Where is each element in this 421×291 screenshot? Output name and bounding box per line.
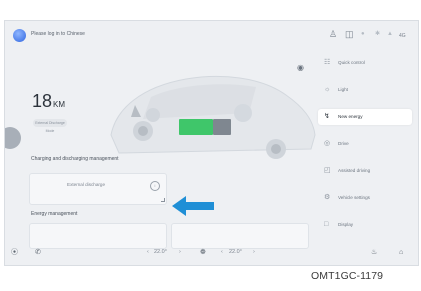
menu-item-vehicle-settings[interactable]: ⚙ Vehicle settings bbox=[318, 190, 412, 206]
image-frame: Please log in to Chinese ♙ ◫ ● ✱ ▲ 4G 18… bbox=[0, 0, 421, 291]
steering-icon: ◎ bbox=[324, 140, 331, 147]
car-icon[interactable]: ◫ bbox=[345, 29, 354, 39]
range-subtitle: External Discharge Mode bbox=[33, 119, 67, 133]
section-energy-title: Energy management bbox=[31, 211, 78, 217]
range-value: 18 bbox=[32, 91, 53, 111]
menu-item-assisted-driving[interactable]: ◰ Assisted driving bbox=[318, 163, 412, 179]
temp-left-increase[interactable]: › bbox=[179, 249, 181, 255]
temp-right-increase[interactable]: › bbox=[253, 249, 255, 255]
network-label: 4G bbox=[399, 33, 406, 39]
battery-level-fill bbox=[179, 119, 213, 135]
brand-logo bbox=[13, 29, 26, 42]
header-title[interactable]: Please log in to Chinese bbox=[31, 31, 85, 37]
pointer-arrow-icon bbox=[172, 196, 214, 216]
temp-right-decrease[interactable]: ‹ bbox=[221, 249, 223, 255]
bottom-bar: ⦿ ✆ ‹ 22.0° › ❁ ‹ 22.0° › ♨ ⌂ bbox=[5, 244, 418, 265]
temp-left-decrease[interactable]: ‹ bbox=[147, 249, 149, 255]
phone-icon[interactable]: ✆ bbox=[35, 248, 41, 258]
top-bar: Please log in to Chinese ♙ ◫ ● ✱ ▲ 4G bbox=[5, 21, 418, 49]
car-illustration bbox=[110, 75, 316, 159]
bluetooth-icon: ✱ bbox=[375, 31, 381, 37]
person-icon[interactable]: ♙ bbox=[329, 29, 337, 39]
menu-item-label: Light bbox=[338, 87, 348, 92]
external-discharge-label: External discharge bbox=[67, 182, 106, 187]
info-icon[interactable]: i bbox=[150, 181, 160, 191]
temp-left: 22.0° bbox=[154, 249, 167, 255]
menu-item-new-energy[interactable]: ↯ New energy bbox=[318, 109, 412, 125]
menu-item-drive[interactable]: ◎ Drive bbox=[318, 136, 412, 152]
fan-icon[interactable]: ❁ bbox=[200, 248, 206, 258]
camera-icon[interactable]: ◉ bbox=[297, 63, 304, 72]
signal-icon: ▲ bbox=[387, 31, 393, 37]
vehicle-settings-icon: ⚙ bbox=[324, 194, 331, 201]
menu-item-label: New energy bbox=[338, 114, 363, 119]
range-readout: 18KM bbox=[32, 91, 65, 112]
menu-item-label: Assisted driving bbox=[338, 168, 371, 173]
menu-item-label: Drive bbox=[338, 141, 349, 146]
menu-item-light[interactable]: ☼ Light bbox=[318, 82, 412, 98]
menu-item-display[interactable]: □ Display bbox=[318, 217, 412, 233]
assist-drive-icon: ◰ bbox=[324, 167, 331, 174]
range-unit: KM bbox=[53, 100, 66, 109]
figure-caption: OMT1GC-1179 bbox=[311, 270, 384, 282]
light-icon: ☼ bbox=[324, 86, 331, 93]
temp-right: 22.0° bbox=[229, 249, 242, 255]
display-icon: □ bbox=[324, 221, 329, 228]
external-discharge-button[interactable]: External discharge i bbox=[29, 173, 167, 205]
expand-corner-icon bbox=[161, 198, 165, 202]
new-energy-icon: ↯ bbox=[324, 113, 330, 120]
section-charging-title: Charging and discharging management bbox=[31, 156, 119, 162]
menu-item-label: Vehicle settings bbox=[338, 195, 370, 200]
wifi-icon: ● bbox=[361, 31, 365, 37]
menu-item-quick-control[interactable]: ☷ Quick control bbox=[318, 55, 412, 71]
avatar[interactable] bbox=[5, 127, 21, 149]
menu-item-label: Quick control bbox=[338, 60, 365, 65]
infotainment-screen: Please log in to Chinese ♙ ◫ ● ✱ ▲ 4G 18… bbox=[4, 20, 419, 266]
seat-heat-icon[interactable]: ♨ bbox=[371, 248, 377, 258]
home-screen-icon[interactable]: ⌂ bbox=[399, 248, 403, 258]
side-menu: ☷ Quick control ☼ Light ↯ New energy ◎ D… bbox=[318, 55, 412, 244]
sliders-icon: ☷ bbox=[324, 59, 331, 66]
home-icon[interactable]: ⦿ bbox=[11, 248, 18, 258]
menu-item-label: Display bbox=[338, 222, 354, 227]
